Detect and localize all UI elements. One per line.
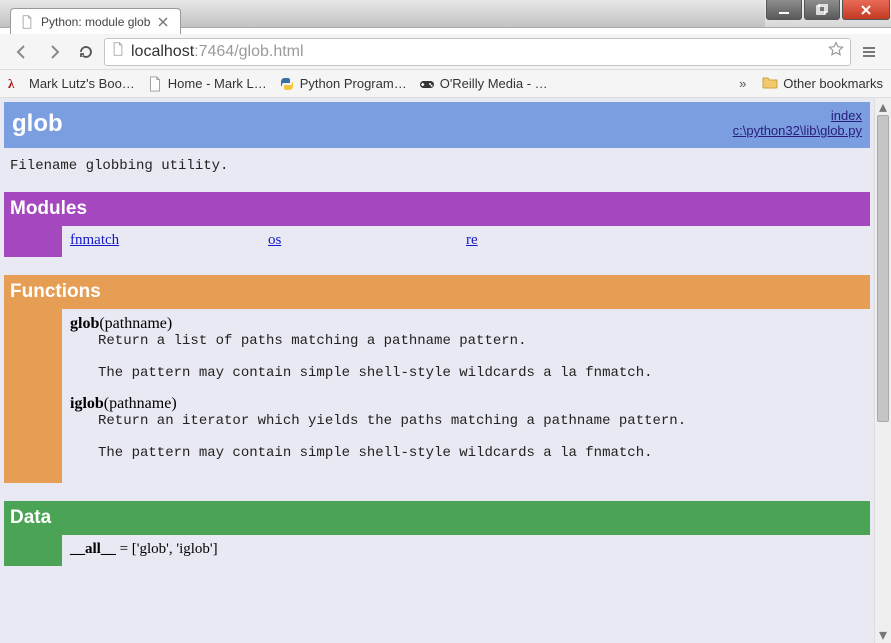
url-text: localhost:7464/glob.html — [131, 43, 822, 61]
pydoc-page: glob index c:\python32\lib\glob.py Filen… — [0, 98, 874, 643]
module-title: glob — [12, 110, 63, 138]
modules-grid: fnmatch os re — [70, 232, 862, 249]
bookmark-label: Mark Lutz's Boo… — [29, 76, 135, 91]
maximize-button[interactable] — [804, 0, 840, 20]
bookmark-item[interactable]: λ Mark Lutz's Boo… — [8, 76, 135, 92]
header-links: index c:\python32\lib\glob.py — [733, 108, 862, 138]
minimize-button[interactable] — [766, 0, 802, 20]
module-header: glob index c:\python32\lib\glob.py — [4, 102, 870, 148]
section-heading: Data — [4, 501, 870, 535]
bookmark-item[interactable]: Home - Mark L… — [147, 76, 267, 92]
bookmark-star-icon[interactable] — [828, 41, 844, 62]
section-heading: Modules — [4, 192, 870, 226]
section-stripe — [4, 309, 62, 483]
navigation-toolbar: localhost:7464/glob.html — [0, 34, 891, 70]
section-heading: Functions — [4, 275, 870, 309]
tab-title: Python: module glob — [41, 15, 150, 29]
window-controls — [765, 0, 891, 27]
close-button[interactable] — [842, 0, 890, 20]
other-bookmarks-label: Other bookmarks — [783, 76, 883, 91]
bookmark-label: Home - Mark L… — [168, 76, 267, 91]
browser-window: Python: module glob localhost:7464/glob.… — [0, 0, 891, 643]
function-signature: iglob(pathname) — [70, 395, 862, 413]
module-link[interactable]: fnmatch — [70, 232, 268, 249]
python-icon — [279, 76, 295, 92]
other-bookmarks-button[interactable]: Other bookmarks — [762, 74, 883, 93]
page-icon — [111, 42, 125, 61]
section-stripe — [4, 226, 62, 257]
section-functions: Functions glob(pathname) Return a list o… — [4, 275, 870, 483]
content-viewport: glob index c:\python32\lib\glob.py Filen… — [0, 98, 891, 643]
module-link[interactable]: os — [268, 232, 466, 249]
vertical-scrollbar[interactable]: ▴ ▾ — [874, 98, 891, 643]
bookmarks-overflow-button[interactable]: » — [735, 76, 750, 91]
back-button[interactable] — [8, 38, 36, 66]
url-host: localhost — [131, 43, 194, 60]
scroll-up-icon[interactable]: ▴ — [875, 98, 891, 115]
source-path-link[interactable]: c:\python32\lib\glob.py — [733, 123, 862, 138]
bookmark-label: Python Program… — [300, 76, 407, 91]
function-entry: glob(pathname) Return a list of paths ma… — [70, 315, 862, 381]
url-rest: :7464/glob.html — [194, 43, 303, 60]
function-doc: Return a list of paths matching a pathna… — [98, 333, 862, 381]
section-data: Data __all__ = ['glob', 'iglob'] — [4, 501, 870, 566]
function-doc: Return an iterator which yields the path… — [98, 413, 862, 461]
section-stripe — [4, 535, 62, 566]
module-description: Filename globbing utility. — [4, 148, 870, 192]
bookmark-item[interactable]: Python Program… — [279, 76, 407, 92]
tab-close-icon[interactable] — [156, 15, 170, 29]
bookmark-item[interactable]: O'Reilly Media - … — [419, 76, 548, 92]
tab-strip: Python: module glob — [10, 6, 181, 34]
scroll-down-icon[interactable]: ▾ — [875, 626, 891, 643]
bookmark-label: O'Reilly Media - … — [440, 76, 548, 91]
lambda-icon: λ — [8, 76, 24, 92]
browser-tab[interactable]: Python: module glob — [10, 8, 181, 34]
forward-button[interactable] — [40, 38, 68, 66]
index-link[interactable]: index — [733, 108, 862, 123]
bookmarks-bar: λ Mark Lutz's Boo… Home - Mark L… Python… — [0, 70, 891, 98]
page-icon — [147, 76, 163, 92]
function-signature: glob(pathname) — [70, 315, 862, 333]
module-link[interactable]: re — [466, 232, 664, 249]
chrome-menu-button[interactable] — [855, 38, 883, 66]
function-entry: iglob(pathname) Return an iterator which… — [70, 395, 862, 461]
controller-icon — [419, 76, 435, 92]
section-modules: Modules fnmatch os re — [4, 192, 870, 257]
data-entry: __all__ = ['glob', 'iglob'] — [70, 541, 862, 558]
page-icon — [19, 14, 35, 30]
address-bar[interactable]: localhost:7464/glob.html — [104, 38, 851, 66]
folder-icon — [762, 74, 778, 93]
reload-button[interactable] — [72, 38, 100, 66]
scroll-track[interactable] — [875, 115, 891, 626]
scroll-thumb[interactable] — [877, 115, 889, 422]
